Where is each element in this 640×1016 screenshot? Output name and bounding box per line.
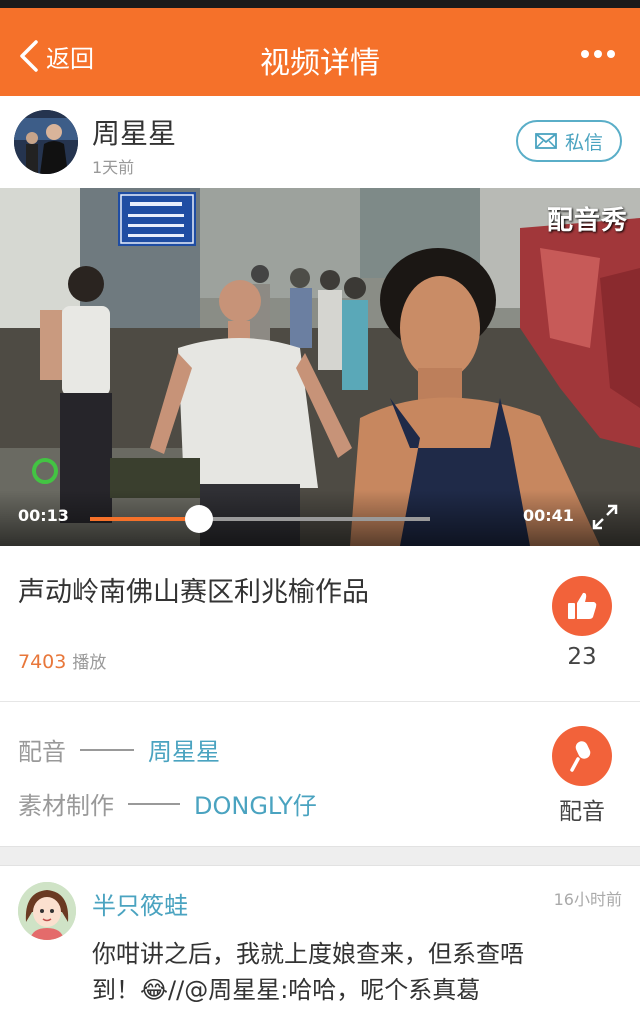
private-message-label: 私信 <box>564 131 603 154</box>
dash-divider <box>128 802 180 805</box>
watermark-label: 配音秀 <box>546 206 628 236</box>
top-navbar: 返回 视频详情 <box>0 8 640 96</box>
dub-person-link[interactable]: 周星星 <box>148 732 220 767</box>
comment-item: 半只筱蛙 16小时前 你咁讲之后，我就上度娘查来，但系查唔 到！😂//@周星星:… <box>0 866 640 1016</box>
video-info: 声动岭南佛山赛区利兆榆作品 7403 播放 23 <box>0 546 640 702</box>
section-divider <box>0 846 640 866</box>
comment-line-2: 到！😂//@周星星:哈哈，呢个系真葛 <box>92 972 592 1008</box>
current-time: 00:13 <box>18 506 69 525</box>
video-player[interactable]: 配音秀 00:13 00:41 <box>0 188 640 546</box>
status-bar <box>0 0 640 8</box>
envelope-icon <box>535 133 557 149</box>
dub-button[interactable] <box>552 726 612 786</box>
more-dots-icon[interactable] <box>580 42 616 66</box>
credits-section: 配音 周星星 素材制作 DONGLY仔 配音 <box>0 702 640 846</box>
dub-role-label: 配音 <box>18 738 66 766</box>
progress-fill <box>90 517 199 521</box>
progress-thumb[interactable] <box>184 505 213 533</box>
dub-button-label[interactable]: 配音 <box>540 792 624 826</box>
laughing-emoji-icon: 😂 <box>140 976 169 1004</box>
author-avatar[interactable] <box>14 110 78 174</box>
player-controls: 00:13 00:41 <box>0 490 640 546</box>
commenter-name[interactable]: 半只筱蛙 <box>92 886 188 921</box>
thumbs-up-icon <box>568 592 597 619</box>
dash-divider <box>80 748 134 751</box>
microphone-icon <box>570 741 591 772</box>
comment-line-2-start: 到！ <box>92 976 140 1004</box>
comment-line-2-end: //@周星星:哈哈，呢个系真葛 <box>168 976 481 1004</box>
material-role-label: 素材制作 <box>18 792 114 820</box>
play-stats: 7403 播放 <box>18 648 106 673</box>
credit-dub: 配音 周星星 <box>18 732 220 767</box>
author-row: 周星星 1天前 私信 <box>0 96 640 188</box>
credit-material: 素材制作 DONGLY仔 <box>18 786 317 821</box>
video-title: 声动岭南佛山赛区利兆榆作品 <box>18 577 369 608</box>
commenter-avatar[interactable] <box>18 882 76 940</box>
comment-text: 你咁讲之后，我就上度娘查来，但系查唔 到！😂//@周星星:哈哈，呢个系真葛 <box>92 936 592 1008</box>
expand-icon[interactable] <box>590 502 620 532</box>
play-count: 7403 <box>18 651 67 673</box>
like-button[interactable] <box>552 576 612 636</box>
private-message-button[interactable]: 私信 <box>516 120 622 162</box>
play-label: 播放 <box>72 653 107 673</box>
like-count: 23 <box>567 644 597 670</box>
page-title: 视频详情 <box>260 46 380 81</box>
progress-track[interactable] <box>90 505 430 533</box>
total-time: 00:41 <box>523 506 574 525</box>
material-person-link[interactable]: DONGLY仔 <box>194 786 317 821</box>
post-time: 1天前 <box>92 158 135 177</box>
comment-line-1: 你咁讲之后，我就上度娘查来，但系查唔 <box>92 940 524 968</box>
author-name[interactable]: 周星星 <box>92 112 176 152</box>
loading-spinner-icon <box>32 458 58 484</box>
comment-time: 16小时前 <box>553 890 622 909</box>
